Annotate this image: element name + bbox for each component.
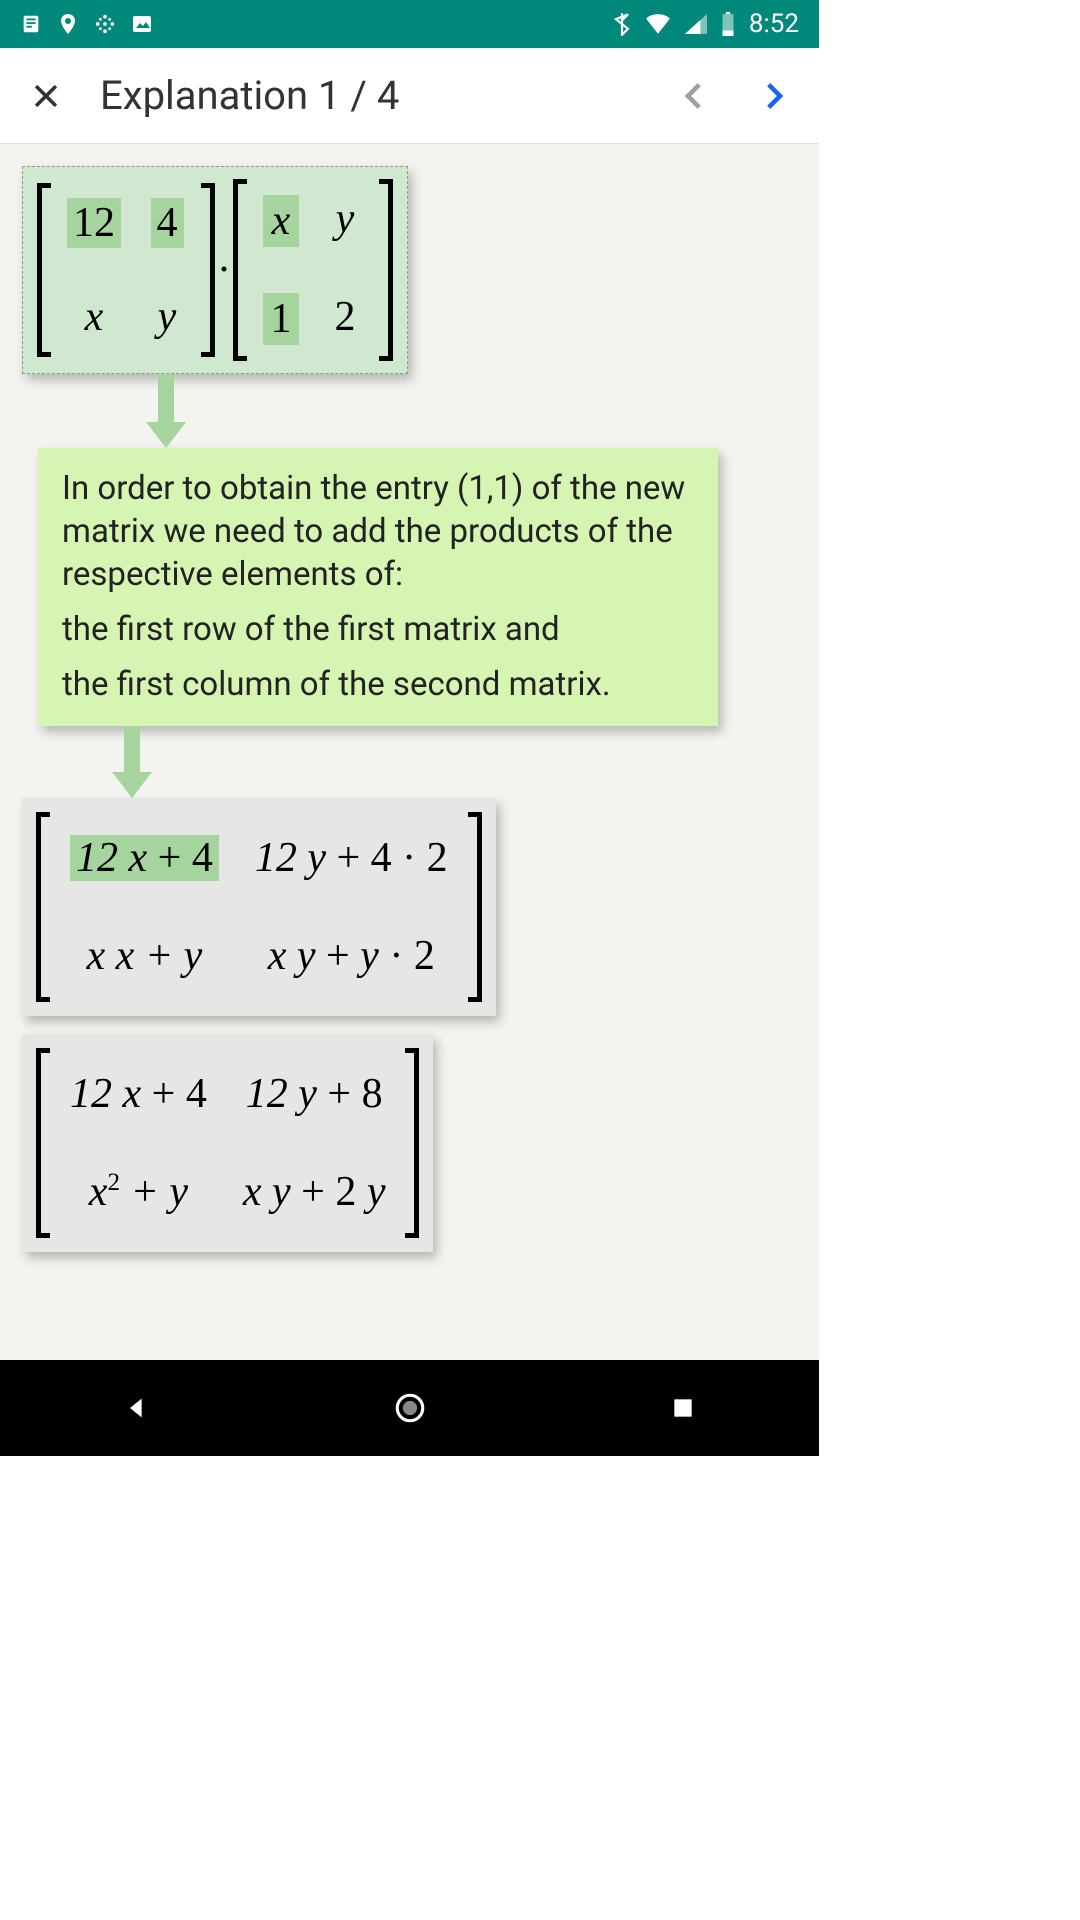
maps-icon — [56, 12, 80, 36]
app-bar: Explanation 1 / 4 — [0, 48, 819, 144]
matrix-b: x y 1 2 — [237, 179, 389, 361]
image-icon — [130, 12, 154, 36]
matrix-a: 12 4 x y — [41, 183, 211, 357]
close-button[interactable] — [22, 72, 70, 120]
result1-r2c2: x y + y · 2 — [255, 932, 448, 980]
matrix-a-r2c1: x — [67, 293, 121, 341]
result2-r1c1: 12 x + 4 — [70, 1070, 207, 1118]
explanation-text-3: the first column of the second matrix. — [62, 664, 694, 707]
home-soft-button[interactable] — [386, 1384, 434, 1432]
matrix-b-r1c2: y — [327, 195, 363, 247]
status-left-icons — [20, 12, 154, 36]
result-matrix-1: 12 x + 4 12 y + 4 · 2 x x + y x y + y · … — [22, 798, 496, 1016]
back-soft-button[interactable] — [113, 1384, 161, 1432]
bluetooth-icon — [613, 12, 631, 36]
overview-soft-button[interactable] — [659, 1384, 707, 1432]
prev-button[interactable] — [671, 72, 719, 120]
matrix-b-r2c2: 2 — [327, 293, 363, 345]
explanation-text-2: the first row of the first matrix and — [62, 609, 694, 652]
wifi-icon — [645, 14, 671, 34]
next-button[interactable] — [749, 72, 797, 120]
matrix-b-r1c1: x — [263, 195, 299, 247]
status-right-icons: 8:52 — [613, 9, 799, 39]
matrix-a-r1c2: 4 — [149, 199, 185, 247]
result1-r2c1: x x + y — [70, 932, 219, 980]
dots-icon — [94, 13, 116, 35]
down-arrow-icon — [144, 374, 188, 448]
matrix-a-r1c1: 12 — [67, 199, 121, 247]
result-matrix-2: 12 x + 4 12 y + 8 x2 + y x y + 2 y — [22, 1034, 433, 1252]
page-title: Explanation 1 / 4 — [100, 72, 641, 119]
explanation-panel: In order to obtain the entry (1,1) of th… — [38, 448, 718, 726]
battery-icon — [721, 12, 735, 36]
signal-icon — [685, 14, 707, 34]
notification-icon — [20, 13, 42, 35]
content-area: 12 4 x y · x y 1 2 In order to obtain th… — [0, 144, 819, 1360]
android-nav-bar — [0, 1360, 819, 1456]
explanation-text-1: In order to obtain the entry (1,1) of th… — [62, 468, 694, 597]
result1-r1c2: 12 y + 4 · 2 — [255, 834, 448, 882]
matrix-b-r2c1: 1 — [263, 293, 299, 345]
status-bar: 8:52 — [0, 0, 819, 48]
result1-r1c1: 12 x + 4 — [70, 834, 219, 882]
result2-r2c1: x2 + y — [70, 1168, 207, 1216]
matrix-a-r2c2: y — [149, 293, 185, 341]
matrices-panel: 12 4 x y · x y 1 2 — [22, 166, 408, 374]
multiply-dot: · — [217, 246, 231, 294]
result2-r1c2: 12 y + 8 — [243, 1070, 386, 1118]
result2-r2c2: x y + 2 y — [243, 1168, 386, 1216]
clock-text: 8:52 — [749, 9, 799, 39]
down-arrow-icon — [110, 726, 154, 798]
